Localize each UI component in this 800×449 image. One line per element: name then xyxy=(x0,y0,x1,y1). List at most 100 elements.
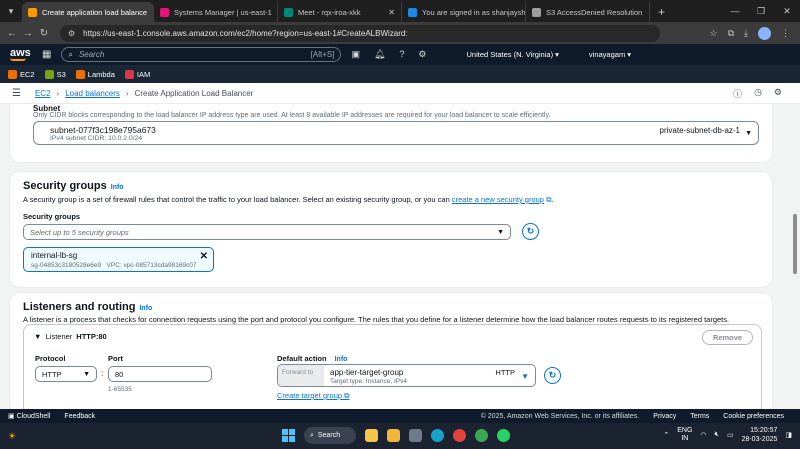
favorite-lambda[interactable]: Lambda xyxy=(75,69,115,79)
listener-header[interactable]: ▼ Listener HTTP:80 xyxy=(34,332,107,341)
new-tab-button[interactable]: + xyxy=(650,2,673,22)
feedback-link[interactable]: Feedback xyxy=(64,413,95,420)
cloudshell-icon[interactable]: ▣ xyxy=(351,49,360,60)
tab-title: You are signed in as shanjaysh xyxy=(422,7,526,17)
terms-link[interactable]: Terms xyxy=(690,413,709,420)
favorites-bar: EC2 S3 Lambda IAM xyxy=(0,65,800,83)
tab-title: Meet - rqx-iroa-xkk xyxy=(298,7,361,17)
favorite-ec2[interactable]: EC2 xyxy=(8,69,35,79)
back-icon[interactable]: ← xyxy=(4,28,20,39)
aws-logo[interactable]: aws xyxy=(10,47,31,61)
minimize-icon[interactable]: — xyxy=(722,6,748,16)
edge-icon[interactable] xyxy=(431,429,444,442)
info-panel-icon[interactable]: ⓘ xyxy=(733,87,742,100)
browser-tab-systems-manager[interactable]: Systems Manager | us-east-1 ✕ xyxy=(154,2,278,22)
restore-icon[interactable]: ❐ xyxy=(748,6,774,17)
listeners-heading: Listeners and routing Info xyxy=(23,301,152,313)
close-tab-icon[interactable]: ✕ xyxy=(382,8,395,17)
forward-to-label: Forward to xyxy=(278,365,324,386)
whatsapp-icon[interactable] xyxy=(497,429,510,442)
reload-icon[interactable]: ↻ xyxy=(36,28,52,39)
favorite-s3[interactable]: S3 xyxy=(44,69,66,79)
browser-menu-icon[interactable]: ⋮ xyxy=(781,28,790,39)
tab-search-icon[interactable]: ▾ xyxy=(0,0,22,22)
security-groups-info-link[interactable]: Info xyxy=(111,184,124,191)
caret-down-icon: ▼ xyxy=(34,332,42,341)
protocol-select[interactable]: HTTP ▼ xyxy=(35,366,97,382)
preferences-icon[interactable]: ⚙ xyxy=(774,87,782,100)
aws-search-input[interactable]: ⌕ Search [Alt+S] xyxy=(61,47,342,62)
port-input[interactable]: 80 xyxy=(108,366,212,382)
favorite-iam[interactable]: IAM xyxy=(124,69,151,79)
help-icon[interactable]: ? xyxy=(399,49,404,60)
create-target-group-link[interactable]: Create target group ⧉ xyxy=(277,391,350,401)
refresh-target-groups-button[interactable]: ↻ xyxy=(544,367,561,384)
notifications-bell-icon[interactable]: 🔔︎ xyxy=(374,49,385,60)
file-explorer-icon[interactable] xyxy=(387,429,400,442)
settings-gear-icon[interactable]: ⚙ xyxy=(418,49,426,60)
history-icon[interactable]: ◷ xyxy=(754,87,762,100)
browser-tab-meet[interactable]: Meet - rqx-iroa-xkk ✕ xyxy=(278,2,402,22)
browser-tab-signed-in[interactable]: You are signed in as shanjaysh ✕ xyxy=(402,2,526,22)
browser-tab-s3-access[interactable]: S3 AccessDenied Resolution ✕ xyxy=(526,2,650,22)
taskbar-clock[interactable]: 15:20:57 28-03-2025 xyxy=(742,426,778,444)
input-language[interactable]: ENG IN xyxy=(677,427,692,443)
forward-icon[interactable]: → xyxy=(20,28,36,39)
remove-listener-button[interactable]: Remove xyxy=(702,330,753,345)
bookmark-star-icon[interactable]: ☆ xyxy=(710,28,718,39)
extensions-icon[interactable]: ⧉ xyxy=(728,28,734,39)
downloads-icon[interactable]: ⤓ xyxy=(744,28,748,39)
meet-favicon-icon xyxy=(284,7,293,17)
address-bar[interactable]: ⚙ https://us-east-1.console.aws.amazon.c… xyxy=(60,24,660,42)
close-tab-icon[interactable]: ✕ xyxy=(642,8,649,17)
sg-description-text: A security group is a set of firewall ru… xyxy=(23,195,452,204)
profile-avatar[interactable] xyxy=(758,26,771,40)
create-security-group-link[interactable]: create a new security group xyxy=(452,195,544,204)
site-info-icon[interactable]: ⚙ xyxy=(68,29,75,38)
cloudshell-link[interactable]: ▣ CloudShell xyxy=(8,412,50,420)
listeners-card: Listeners and routing Info A listener is … xyxy=(10,293,772,409)
security-groups-description: A security group is a set of firewall ru… xyxy=(23,195,554,205)
close-window-icon[interactable]: ✕ xyxy=(774,6,800,17)
listeners-info-link[interactable]: Info xyxy=(139,305,152,312)
scrollbar-thumb[interactable] xyxy=(793,214,797,274)
account-menu[interactable]: vinayagam ▾ xyxy=(589,50,631,59)
systems-manager-favicon-icon xyxy=(160,7,169,17)
port-label: Port xyxy=(108,354,123,363)
region-selector[interactable]: United States (N. Virginia) ▾ xyxy=(467,50,559,59)
taskbar-search-label: Search xyxy=(317,432,341,439)
volume-muted-icon[interactable]: 🔇︎ xyxy=(715,431,719,439)
page-scrollbar[interactable] xyxy=(790,104,800,409)
tray-overflow-icon[interactable]: ⌃ xyxy=(663,431,669,439)
browser-toolbar: ← → ↻ ⚙ https://us-east-1.console.aws.am… xyxy=(0,22,800,44)
battery-icon[interactable]: ▭ xyxy=(727,431,734,439)
store-icon[interactable] xyxy=(409,429,422,442)
windows-start-icon[interactable] xyxy=(282,429,295,442)
breadcrumb-ec2[interactable]: EC2 xyxy=(35,89,51,98)
target-group-dropdown[interactable]: app-tier-target-group Target type: Insta… xyxy=(324,365,535,386)
remove-token-x-icon[interactable]: ✕ xyxy=(200,251,208,262)
refresh-security-groups-button[interactable]: ↻ xyxy=(522,223,539,240)
browser-tab-create-alb[interactable]: Create application load balance ✕ xyxy=(22,2,154,22)
taskbar-search[interactable]: ⌕ Search xyxy=(304,427,356,444)
wifi-icon[interactable]: ◠ xyxy=(700,431,706,439)
weather-sun-icon[interactable]: ☀ xyxy=(8,431,16,442)
target-group-name: app-tier-target-group xyxy=(330,368,404,377)
default-action-info-link[interactable]: Info xyxy=(335,356,348,363)
subnet-dropdown[interactable]: subnet-077f3c198e795a673 IPv4 subnet CID… xyxy=(33,121,759,145)
side-nav-menu-icon[interactable]: ☰ xyxy=(12,88,21,99)
privacy-link[interactable]: Privacy xyxy=(653,413,676,420)
chrome-profile-icon[interactable] xyxy=(475,429,488,442)
explorer-widget-icon[interactable] xyxy=(365,429,378,442)
main-content: Subnet Only CIDR blocks corresponding to… xyxy=(0,104,790,409)
security-groups-multiselect[interactable]: Select up to 5 security groups ▼ xyxy=(23,224,511,240)
close-tab-icon[interactable]: ✕ xyxy=(147,8,154,17)
notifications-icon[interactable]: ◨ xyxy=(785,431,792,439)
chrome-icon[interactable] xyxy=(453,429,466,442)
default-action-select[interactable]: Forward to app-tier-target-group Target … xyxy=(277,364,536,387)
cookie-preferences-link[interactable]: Cookie preferences xyxy=(723,413,784,420)
breadcrumb-load-balancers[interactable]: Load balancers xyxy=(65,89,120,98)
services-grid-icon[interactable]: ▦ xyxy=(42,49,51,60)
favorite-label: IAM xyxy=(136,69,151,79)
external-link-icon: ⧉ xyxy=(342,391,350,400)
